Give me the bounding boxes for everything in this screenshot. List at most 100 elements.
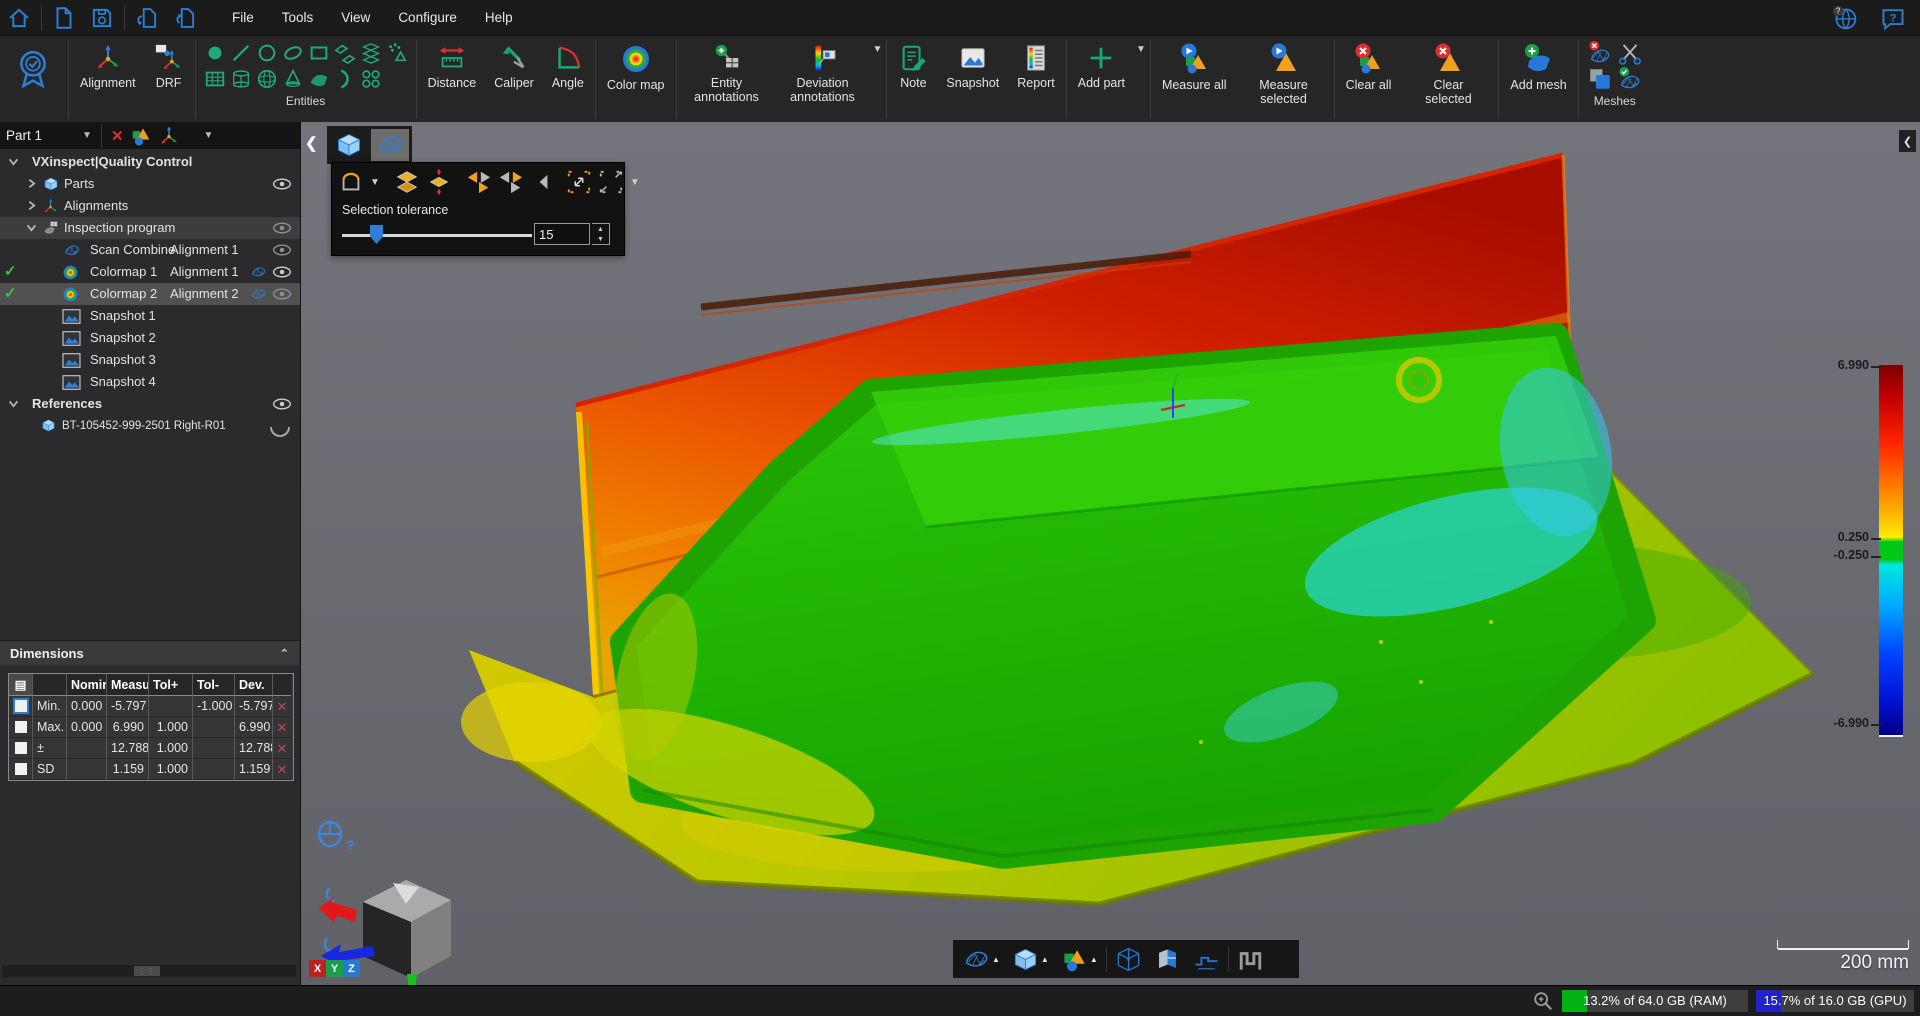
panel-collapse-right-icon[interactable]: ❮ — [1899, 130, 1916, 152]
tree-item-snapshot-1[interactable]: Snapshot 1 — [0, 305, 300, 327]
eye-icon[interactable] — [272, 398, 292, 410]
panel-horizontal-scrollbar[interactable]: ⋮⋮ — [2, 965, 296, 977]
table-row[interactable] — [9, 696, 33, 717]
chevron-down-icon[interactable] — [8, 156, 19, 167]
reference-collapse-arc[interactable] — [270, 427, 290, 437]
entity-pattern-button[interactable] — [358, 66, 384, 92]
lasso-dropdown-caret[interactable]: ▼ — [368, 175, 382, 190]
deviation-annotations-button[interactable]: Deviation annotations — [775, 36, 871, 107]
distance-button[interactable]: Distance — [419, 36, 486, 92]
entity-cylinder-button[interactable] — [228, 66, 254, 92]
menu-view[interactable]: View — [327, 0, 384, 35]
delete-row-icon[interactable]: ✕ — [273, 738, 291, 759]
angle-button[interactable]: Angle — [543, 36, 593, 92]
entity-slab-button[interactable] — [358, 40, 384, 66]
chevron-down-icon[interactable] — [26, 222, 37, 233]
tab-mesh-view[interactable] — [371, 129, 409, 161]
col-deviation[interactable]: Dev. — [235, 674, 273, 696]
slider-thumb[interactable] — [370, 225, 383, 244]
through-selection-button[interactable] — [392, 167, 422, 197]
col-tol-minus[interactable]: Tol- — [193, 674, 235, 696]
xyz-axis-badge[interactable]: X Y Z — [309, 960, 360, 977]
import-button[interactable] — [128, 3, 166, 33]
spinner-down-icon[interactable]: ▼ — [592, 234, 609, 244]
annotations-dropdown-button[interactable]: ▼ — [871, 36, 885, 63]
tab-cad-view[interactable] — [330, 129, 368, 161]
entity-sphere-button[interactable] — [254, 66, 280, 92]
entity-rectangle-button[interactable] — [306, 40, 332, 66]
entity-curve-button[interactable] — [332, 66, 358, 92]
new-file-button[interactable] — [45, 3, 83, 33]
entity-circle-button[interactable] — [254, 40, 280, 66]
menu-help[interactable]: Help — [471, 0, 527, 35]
entity-point-cloud-button[interactable] — [384, 40, 410, 66]
report-button[interactable]: Report — [1008, 36, 1064, 92]
save-button[interactable] — [83, 3, 121, 33]
entity-plane-button[interactable] — [332, 40, 358, 66]
drf-button[interactable]: DRF — [145, 36, 193, 92]
histogram-button[interactable] — [1233, 944, 1268, 975]
shrink-selection-button[interactable] — [596, 167, 626, 197]
panel-collapse-left-icon[interactable]: ❮ — [305, 134, 318, 152]
menu-tools[interactable]: Tools — [268, 0, 328, 35]
flip-normals-button[interactable] — [464, 167, 494, 197]
snapshot-button[interactable]: Snapshot — [937, 36, 1008, 92]
help-button[interactable] — [1874, 3, 1912, 33]
delete-row-icon[interactable]: ✕ — [273, 696, 291, 717]
col-tol-plus[interactable]: Tol+ — [149, 674, 193, 696]
table-row[interactable] — [9, 738, 33, 759]
validate-mesh-button[interactable] — [1615, 64, 1645, 94]
eye-icon[interactable] — [272, 244, 292, 256]
chevron-down-icon[interactable] — [8, 398, 19, 409]
note-button[interactable]: Note — [889, 36, 937, 92]
chevron-right-icon[interactable] — [26, 200, 37, 211]
tree-item-inspection-program[interactable]: Inspection program — [0, 217, 300, 239]
entities-display-button[interactable]: ▲ — [1057, 944, 1102, 975]
table-row[interactable] — [9, 759, 33, 780]
caret-up-icon[interactable]: ▲ — [992, 955, 1000, 964]
tree-item-colormap-2[interactable]: ✓ Colormap 2 Alignment 2 — [0, 283, 300, 305]
mesh-overlay-icon[interactable] — [249, 264, 268, 280]
export-button[interactable] — [166, 3, 204, 33]
entity-cone-button[interactable] — [280, 66, 306, 92]
col-measured[interactable]: Measu — [107, 674, 149, 696]
clear-all-button[interactable]: Clear all — [1337, 36, 1401, 94]
row-checkbox[interactable] — [15, 700, 27, 712]
tree-item-snapshot-3[interactable]: Snapshot 3 — [0, 349, 300, 371]
mesh-overlay-icon[interactable] — [249, 286, 268, 302]
row-checkbox[interactable] — [15, 763, 27, 775]
mesh-display-button[interactable]: ▲ — [959, 944, 1004, 975]
tree-item-colormap-1[interactable]: ✓ Colormap 1 Alignment 1 — [0, 261, 300, 283]
alignment-button[interactable]: Alignment — [71, 36, 145, 92]
table-row[interactable] — [9, 717, 33, 738]
entity-line-button[interactable] — [228, 40, 254, 66]
row-checkbox[interactable] — [15, 721, 27, 733]
tree-item-reference-part[interactable]: BT-105452-999-2501 Right-R01 — [0, 415, 300, 437]
eye-icon[interactable] — [272, 288, 292, 300]
eye-icon[interactable] — [272, 222, 292, 234]
alignment-filter-icon[interactable] — [158, 125, 180, 147]
thickness-selection-button[interactable] — [424, 167, 454, 197]
entity-slot-button[interactable] — [280, 40, 306, 66]
viewport-3d[interactable]: ❮ ▼ ▼ Selection tolerance — [301, 122, 1920, 985]
tree-root-row[interactable]: VXinspect|Quality Control — [0, 151, 300, 173]
entity-grid-button[interactable] — [202, 66, 228, 92]
color-map-button[interactable]: Color map — [598, 36, 674, 94]
tree-item-snapshot-2[interactable]: Snapshot 2 — [0, 327, 300, 349]
entity-annotations-button[interactable]: Entity annotations — [679, 36, 775, 107]
bounding-box-button[interactable] — [1111, 944, 1146, 975]
tree-item-snapshot-4[interactable]: Snapshot 4 — [0, 371, 300, 393]
measure-selected-button[interactable]: Measure selected — [1236, 36, 1332, 109]
add-part-dropdown-button[interactable]: ▼ — [1134, 36, 1148, 63]
merge-mesh-button[interactable] — [1585, 64, 1615, 94]
measure-all-button[interactable]: Measure all — [1153, 36, 1236, 94]
caliper-button[interactable]: Caliper — [485, 36, 543, 92]
entities-filter-icon[interactable] — [130, 125, 152, 147]
selection-more-caret[interactable]: ▼ — [628, 175, 642, 190]
delete-row-icon[interactable]: ✕ — [273, 759, 291, 780]
caret-up-icon[interactable]: ▲ — [1090, 955, 1098, 964]
add-part-button[interactable]: Add part — [1069, 36, 1134, 92]
part-selector-caret[interactable]: ▼ — [82, 130, 92, 141]
invert-selection-button[interactable] — [536, 169, 562, 195]
zoom-magnifier-icon[interactable] — [1532, 990, 1554, 1012]
